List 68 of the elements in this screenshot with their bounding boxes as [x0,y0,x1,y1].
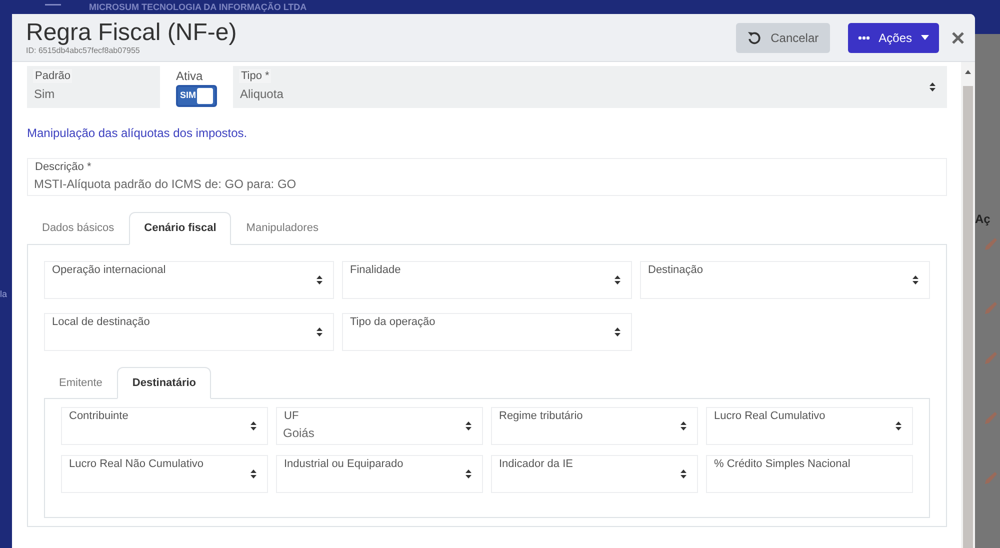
select-arrow-icon [912,274,919,284]
select-field[interactable]: Local de destinação [44,312,334,350]
select-field[interactable]: UF Goiás [276,407,483,445]
select-arrow-icon [250,421,257,431]
toggle-switch[interactable]: SIM [176,85,217,107]
caret-icon [921,35,929,40]
field-label: UF [283,409,300,423]
field-label: Indicador da IE [498,457,574,471]
pencil-icon [983,470,999,486]
select-field[interactable]: Tipo da operação [342,312,632,350]
field-label: Ativa [176,69,204,83]
record-id: ID: 6515db4abc57fecf8ab07955 [26,46,141,55]
select-arrow-icon [680,469,687,479]
select-arrow-icon [614,274,621,284]
field-label: Operação internacional [51,262,167,276]
hint-text: Manipulação das alíquotas dos impostos. [27,125,248,142]
select-field[interactable]: Contribuinte [61,407,268,445]
undo-icon [746,30,761,44]
select-arrow-icon [614,326,621,336]
field-label: Contribuinte [68,409,130,423]
tab[interactable]: Dados básicos [27,212,130,244]
field-label: Regime tributário [498,409,584,423]
select-field[interactable]: Lucro Real Não Cumulativo [61,455,268,493]
tab[interactable]: Cenário fiscal [129,212,232,244]
select-arrow-icon [250,469,257,479]
column-header: Aç [975,211,990,228]
pencil-icon [983,236,999,252]
field-label: Lucro Real Cumulativo [713,409,826,423]
pencil-icon [983,410,999,426]
select-field[interactable]: Lucro Real Cumulativo [706,407,913,445]
field-label: Padrão [33,69,72,83]
company-name: MICROSUM TECNOLOGIA DA INFORMAÇÃO LTDA [89,1,307,14]
tab[interactable]: Emitente [44,366,118,399]
field-label: Tipo * [239,69,272,83]
select-arrow-icon [465,421,472,431]
field-label: Destinação [647,262,704,276]
select-field[interactable]: Operação internacional [44,260,334,298]
select-field[interactable]: Destinação [640,260,930,298]
actions-button[interactable]: Ações [848,22,939,52]
select-arrow-icon [316,326,323,336]
dots-icon [858,36,870,40]
pencil-icon [983,300,999,316]
select-arrow-icon [316,274,323,284]
select-field[interactable]: Regime tributário [491,407,698,445]
scrollbar[interactable] [961,62,975,548]
select-field[interactable]: Industrial ou Equiparado [276,455,483,493]
select-arrow-icon [465,469,472,479]
field-label: Local de destinação [51,314,151,328]
sidebar-text: la [0,288,8,300]
tab[interactable]: Manipuladores [231,212,334,244]
text-field[interactable]: % Crédito Simples Nacional [706,455,913,493]
field-label: Industrial ou Equiparado [283,457,404,471]
dialog-title: Regra Fiscal (NF-e) [26,20,238,46]
select-field[interactable]: Indicador da IE [491,455,698,493]
select-field[interactable]: Finalidade [342,260,632,298]
field-label: Descrição * [34,160,92,174]
field-label: Finalidade [349,262,402,276]
text-field[interactable]: Descrição * MSTI-Alíquota padrão do ICMS de: GO para: GO [27,158,947,196]
select-arrow-icon [680,421,687,431]
tab[interactable]: Destinatário [117,366,211,399]
field-label: % Crédito Simples Nacional [713,457,852,471]
field-label: Tipo da operação [349,314,436,328]
pencil-icon [983,350,999,366]
field-label: Lucro Real Não Cumulativo [68,457,205,471]
select-arrow-icon [929,82,936,92]
close-icon [951,31,965,46]
cancel-button[interactable]: Cancelar [736,22,830,52]
select-arrow-icon [895,421,902,431]
